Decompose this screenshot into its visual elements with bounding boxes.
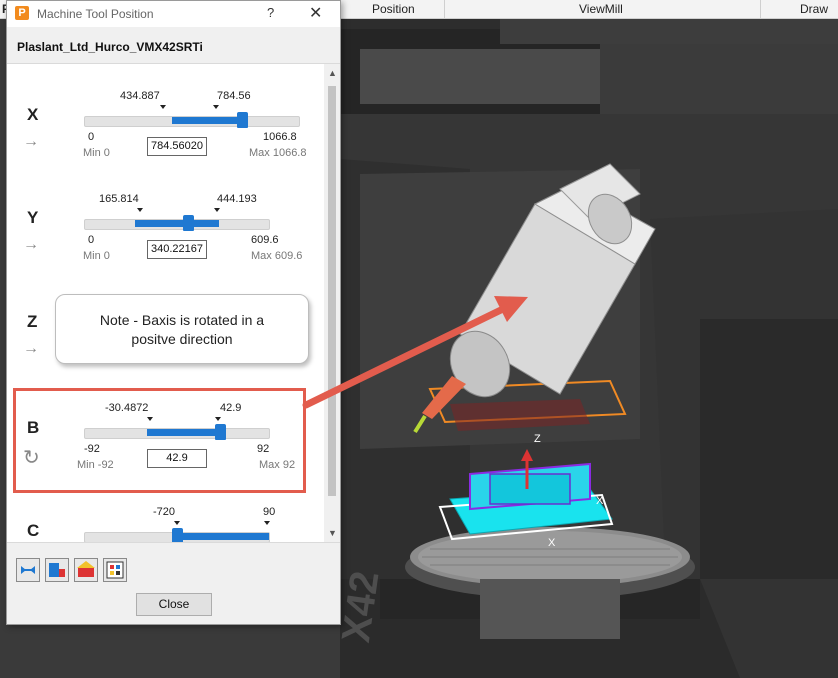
axis-y-upper-limit: 444.193 [217,193,257,205]
linear-axis-icon: → [23,133,39,150]
scrollbar-thumb[interactable] [328,86,336,496]
axis-x-value-input[interactable]: 784.56020 [147,137,207,156]
annotation-note-text: Note - Baxis is rotated in a positve dir… [56,311,308,349]
settings-grid-icon[interactable] [103,558,127,582]
axis-x-slider-thumb[interactable] [237,112,249,128]
dialog-title: Machine Tool Position [37,7,154,21]
ribbon-tab-viewmill[interactable]: ViewMill [579,2,623,16]
axis-c-slider-thumb[interactable] [172,528,183,542]
axis-z-letter: Z [27,312,38,331]
dialog-titlebar[interactable]: P Machine Tool Position ? ✕ [7,1,340,27]
axis-x-slider-track[interactable] [84,112,300,128]
annotation-note-line-2: positve direction [131,331,233,347]
machine-scene [340,19,838,678]
annotation-note: Note - Baxis is rotated in a positve dir… [55,294,309,364]
axis-x-slider-range [172,117,243,124]
axis-c-upper-tick [264,521,270,525]
axis-x-min: 0 [88,131,95,143]
home-icon[interactable] [74,558,98,582]
scene-axis-z-label: Z [534,433,541,445]
help-button[interactable]: ? [267,5,274,20]
axis-c-upper-limit: 90 [263,506,276,518]
axis-x-lower-limit: 434.887 [120,90,160,102]
ribbon-separator [444,0,445,18]
linear-axis-icon: → [23,340,39,357]
b-axis-highlight-box [13,388,306,493]
machine-viewport[interactable]: Z X X X42 [340,19,838,678]
machine-position-icon[interactable] [45,558,69,582]
axis-y-upper-tick [214,208,220,212]
axis-y-min: 0 [88,234,95,246]
annotation-note-line-1: Note - Baxis is rotated in a [99,312,265,328]
axis-y-lower-limit: 165.814 [99,193,139,205]
axis-x-upper-limit: 784.56 [217,90,251,102]
axis-c-lower-limit: -720 [153,506,176,518]
scene-axis-x-label: X [596,495,604,507]
axis-c-letter: C [27,521,40,540]
axis-y-max-label: Max 609.6 [251,250,303,262]
axis-y-lower-tick [137,208,143,212]
axis-c-lower-tick [174,521,180,525]
axis-c-group: C -720 90 [7,502,325,542]
axis-y-slider-thumb[interactable] [182,215,194,231]
machine-name: Plaslant_Ltd_Hurco_VMX42SRTi [17,40,203,54]
linear-axis-icon: → [23,236,39,253]
scroll-up-icon[interactable]: ▲ [328,68,337,78]
axis-x-max: 1066.8 [263,131,297,143]
vertical-scrollbar[interactable]: ▲ ▼ [324,64,340,542]
axis-x-max-label: Max 1066.8 [249,147,307,159]
axis-c-slider-track[interactable] [84,528,270,542]
axis-y-value-input[interactable]: 340.22167 [147,240,207,259]
scene-axis-x2-label: X [548,537,556,549]
axis-x-letter: X [27,105,39,124]
ribbon-tab-draw[interactable]: Draw [800,2,828,16]
axis-x-group: X → 434.887 784.56 0 1066.8 784.56020 Mi… [7,86,325,186]
ribbon-tab-position[interactable]: Position [372,2,415,16]
close-button[interactable]: Close [136,593,212,616]
axis-y-slider-range [135,220,220,227]
scroll-down-icon[interactable]: ▼ [328,528,337,538]
axis-y-letter: Y [27,208,39,227]
ribbon-separator [760,0,761,18]
move-to-tool-icon[interactable] [16,558,40,582]
close-icon[interactable]: ✕ [309,3,322,23]
axis-c-slider-range [177,533,269,540]
axis-x-min-label: Min 0 [83,147,110,159]
axis-y-group: Y → 165.814 444.193 0 609.6 340.22167 Mi… [7,189,325,289]
axis-x-upper-tick [213,105,219,109]
axis-x-lower-tick [160,105,166,109]
axis-y-slider-track[interactable] [84,215,270,231]
axis-y-max: 609.6 [251,234,279,246]
powermill-app-icon: P [15,6,29,20]
axis-y-min-label: Min 0 [83,250,110,262]
